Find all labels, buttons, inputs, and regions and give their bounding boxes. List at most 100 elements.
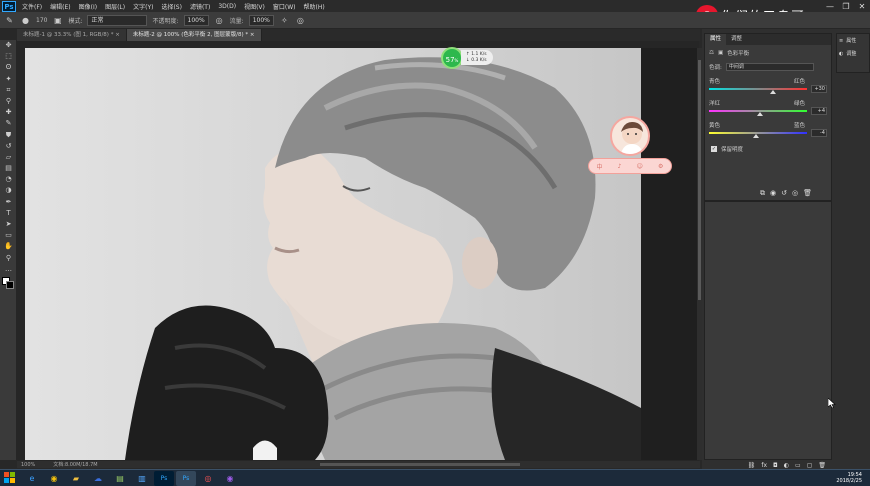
pen-icon[interactable]: ✒ <box>0 197 17 208</box>
maximize-button[interactable]: ❐ <box>838 2 854 11</box>
slider-thumb[interactable] <box>756 112 763 116</box>
menu-type[interactable]: 文字(Y) <box>129 2 157 11</box>
hand-icon[interactable]: ✋ <box>0 241 17 252</box>
menu-window[interactable]: 窗口(W) <box>269 2 300 11</box>
marquee-icon[interactable]: ⬚ <box>0 51 17 62</box>
start-button[interactable] <box>0 471 20 486</box>
stamp-icon[interactable]: ⛊ <box>0 130 17 141</box>
pressure-opacity-icon[interactable]: ◎ <box>214 15 225 26</box>
baidu-icon[interactable]: ☁ <box>88 471 108 486</box>
options-bar: ✎ ● 170 ▣ 模式: 正常 不透明度: 100% ◎ 流量: 100% ✧… <box>0 12 870 29</box>
folder-icon[interactable]: ▰ <box>66 471 86 486</box>
brush-size[interactable]: 170 <box>36 17 47 24</box>
opacity-field[interactable]: 100% <box>183 14 209 26</box>
zoom-icon[interactable]: ⚲ <box>0 253 17 264</box>
app-icon[interactable]: ◎ <box>198 471 218 486</box>
move-icon[interactable]: ✥ <box>0 40 17 51</box>
mode-label: 模式: <box>68 17 83 25</box>
slider-thumb[interactable] <box>753 134 760 138</box>
dodge-icon[interactable]: ◑ <box>0 185 17 196</box>
slider-track[interactable] <box>709 132 807 138</box>
gradient-icon[interactable]: ▤ <box>0 163 17 174</box>
text-icon[interactable]: T <box>0 208 17 219</box>
files-icon[interactable]: ▥ <box>132 471 152 486</box>
brush-tool-icon[interactable]: ✎ <box>4 15 15 26</box>
mask-icon: ▣ <box>717 50 724 56</box>
menu-layer[interactable]: 图层(L) <box>101 2 129 11</box>
menu-file[interactable]: 文件(F) <box>18 2 46 11</box>
close-tab-icon[interactable]: × <box>115 32 120 38</box>
doc-size[interactable]: 文档:8.00M/18.7M <box>53 461 97 468</box>
panel-title: 色彩平衡 <box>727 51 750 57</box>
widget-button-1[interactable]: 中 <box>597 162 603 171</box>
canvas-photo[interactable] <box>25 48 641 460</box>
photoshop-icon[interactable]: Ps <box>154 470 174 486</box>
more-icon[interactable]: … <box>0 264 17 275</box>
history-brush-icon[interactable]: ↺ <box>0 141 17 152</box>
widget-button-2[interactable]: ♪ <box>618 163 622 170</box>
shape-icon[interactable]: ▭ <box>0 230 17 241</box>
healing-icon[interactable]: ✚ <box>0 107 17 118</box>
tab-document-2[interactable]: 未标题-2 @ 100% (色彩平衡 2, 图层蒙版/8) * × <box>126 29 262 41</box>
tab-properties[interactable]: 属性 <box>705 34 727 45</box>
slider-track[interactable] <box>709 110 807 116</box>
photoshop-logo: Ps <box>2 0 16 12</box>
magic-wand-icon[interactable]: ✦ <box>0 74 17 85</box>
minimize-button[interactable]: — <box>822 2 838 11</box>
vertical-scrollbar-thumb[interactable] <box>698 60 701 300</box>
slider-value[interactable]: +30 <box>811 85 827 93</box>
system-clock[interactable]: 19:54 2018/2/25 <box>836 472 862 484</box>
menu-view[interactable]: 视图(V) <box>240 2 269 11</box>
sidebar-item-adjust[interactable]: ◐ 调整 <box>837 47 869 60</box>
menu-help[interactable]: 帮助(H) <box>300 2 329 11</box>
airbrush-icon[interactable]: ✧ <box>279 15 290 26</box>
brush-preset-icon[interactable]: ● <box>20 15 31 26</box>
horizontal-scrollbar-thumb[interactable] <box>320 463 520 466</box>
eyedropper-icon[interactable]: ⚲ <box>0 96 17 107</box>
clip-icon[interactable]: ⧉ <box>760 189 765 199</box>
tab-adjustments[interactable]: 调整 <box>726 34 747 45</box>
tab-document-1[interactable]: 未标题-1 @ 33.3% (图 1, RGB/8) * × <box>17 29 127 41</box>
close-tab-icon[interactable]: × <box>250 32 255 38</box>
photoshop-icon-2[interactable]: Ps <box>176 470 196 486</box>
visibility-icon[interactable]: ◎ <box>792 189 798 199</box>
brush-panel-icon[interactable]: ▣ <box>52 15 63 26</box>
widget-button-3[interactable]: ☺ <box>637 163 643 170</box>
tone-select[interactable]: 中间调 <box>725 63 814 71</box>
crop-icon[interactable]: ⌗ <box>0 85 17 96</box>
slider-value[interactable]: +4 <box>811 107 827 115</box>
floating-assistant-widget[interactable]: 中 ♪ ☺ ⚙ <box>588 116 674 180</box>
reset-icon[interactable]: ↺ <box>781 189 787 199</box>
flow-field[interactable]: 100% <box>248 14 274 26</box>
close-button[interactable]: ✕ <box>854 2 870 11</box>
menu-select[interactable]: 选择(S) <box>157 2 186 11</box>
menu-image[interactable]: 图像(I) <box>75 2 101 11</box>
eraser-icon[interactable]: ▱ <box>0 152 17 163</box>
sidebar-item-properties[interactable]: ≡ 属性 <box>837 34 869 47</box>
path-select-icon[interactable]: ➤ <box>0 219 17 230</box>
widget-button-4[interactable]: ⚙ <box>658 163 663 170</box>
blur-icon[interactable]: ◔ <box>0 174 17 185</box>
menu-edit[interactable]: 编辑(E) <box>46 2 74 11</box>
brush-icon[interactable]: ✎ <box>0 118 17 129</box>
chrome-icon[interactable]: ◉ <box>44 471 64 486</box>
network-speed-widget[interactable]: 57% ↑ 1.1 K/s ↓ 0.3 K/s <box>441 47 493 69</box>
archive-icon[interactable]: ▤ <box>110 471 130 486</box>
background-color[interactable] <box>6 280 14 289</box>
lasso-icon[interactable]: ʘ <box>0 62 17 73</box>
slider-thumb[interactable] <box>769 90 776 94</box>
slider-value[interactable]: -4 <box>811 129 827 137</box>
chrome-icon-2[interactable]: ◉ <box>220 471 240 486</box>
menu-3d[interactable]: 3D(D) <box>214 3 240 10</box>
eye-prev-icon[interactable]: ◉ <box>770 189 776 199</box>
trash-icon[interactable]: 🗑 <box>803 189 812 199</box>
slider-track[interactable] <box>709 88 807 94</box>
menu-filter[interactable]: 滤镜(T) <box>186 2 214 11</box>
avatar[interactable] <box>610 116 650 156</box>
ie-icon[interactable]: e <box>22 471 42 486</box>
zoom-level[interactable]: 100% <box>21 462 35 468</box>
pressure-size-icon[interactable]: ◎ <box>295 15 306 26</box>
color-swatches[interactable] <box>0 275 16 293</box>
mode-select[interactable]: 正常 <box>87 14 148 26</box>
preserve-luminosity-checkbox[interactable]: ✓ <box>711 146 717 152</box>
